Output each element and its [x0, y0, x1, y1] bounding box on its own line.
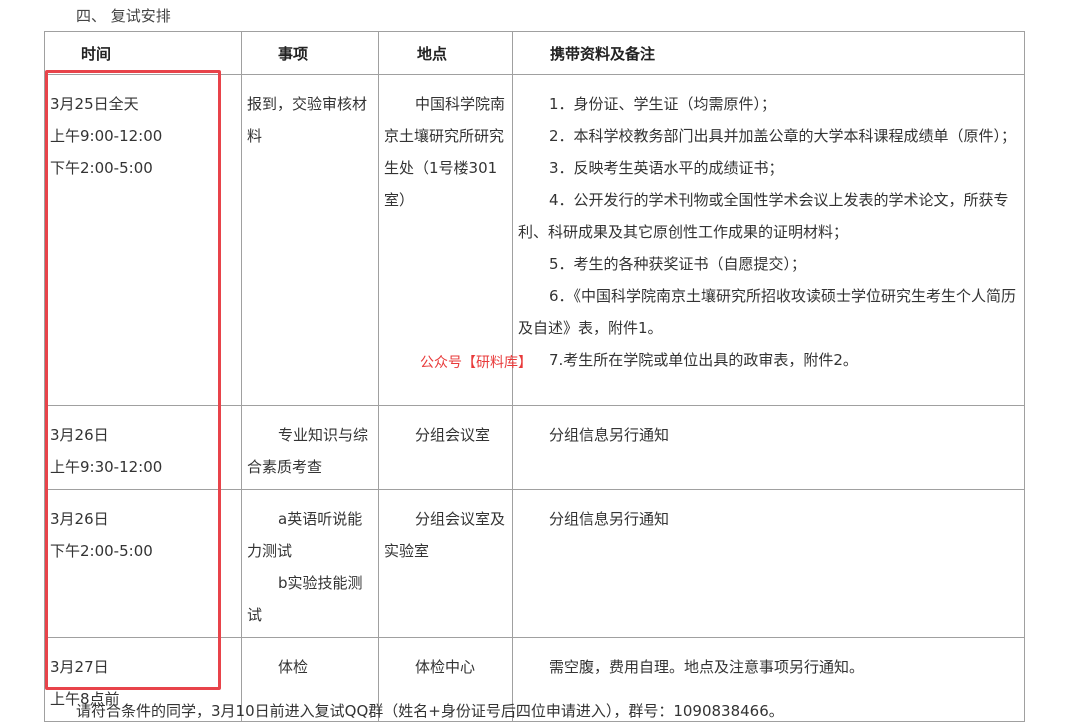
place-text: 体检中心 [415, 658, 476, 676]
time-line: 3月26日 [50, 510, 109, 528]
time-line: 上午9:00-12:00 [50, 127, 163, 145]
cell-item: 专业知识与综合素质考查 [241, 405, 379, 490]
cell-notes: 分组信息另行通知 [512, 405, 1025, 490]
time-line: 下午2:00-5:00 [50, 542, 153, 560]
section-heading: 四、 复试安排 [76, 7, 171, 25]
cell-item: 报到，交验审核材料 [241, 74, 379, 406]
header-time: 时间 [44, 31, 242, 75]
table-header-row: 时间 事项 地点 携带资料及备注 [44, 31, 1025, 75]
header-notes: 携带资料及备注 [512, 31, 1025, 75]
place-text: 分组会议室 [415, 426, 491, 444]
cell-item: a英语听说能力测试 b实验技能测试 [241, 489, 379, 638]
cell-time: 3月26日 下午2:00-5:00 [44, 489, 242, 638]
note-line: 3．反映考生英语水平的成绩证书； [549, 159, 784, 177]
time-line: 下午2:00-5:00 [50, 159, 153, 177]
item-text: 专业知识与综合素质考查 [247, 426, 369, 476]
header-item: 事项 [241, 31, 379, 75]
note-line: 需空腹，费用自理。地点及注意事项另行通知。 [549, 658, 865, 676]
table-row: 3月26日 下午2:00-5:00 a英语听说能力测试 b实验技能测试 分组会议… [44, 489, 1025, 638]
schedule-table: 时间 事项 地点 携带资料及备注 3月25日全天 上午9:00-12:00 下午… [44, 31, 1025, 722]
note-line: 分组信息另行通知 [549, 510, 670, 528]
place-text: 分组会议室及实验室 [384, 510, 506, 560]
note-line: 分组信息另行通知 [549, 426, 670, 444]
table-row: 3月25日全天 上午9:00-12:00 下午2:00-5:00 报到，交验审核… [44, 74, 1025, 406]
time-line: 上午9:30-12:00 [50, 458, 163, 476]
cell-notes: 1．身份证、学生证（均需原件）； 2．本科学校教务部门出具并加盖公章的大学本科课… [512, 74, 1025, 406]
header-place: 地点 [378, 31, 513, 75]
cell-notes: 分组信息另行通知 [512, 489, 1025, 638]
cell-time: 3月26日 上午9:30-12:00 [44, 405, 242, 490]
place-text: 中国科学院南京土壤研究所研究生处（1号楼301室） [384, 95, 506, 209]
table-row: 3月26日 上午9:30-12:00 专业知识与综合素质考查 分组会议室 分组信… [44, 405, 1025, 490]
time-line: 3月25日全天 [50, 95, 139, 113]
item-text: a英语听说能力测试 [247, 510, 363, 560]
note-line: 5．考生的各种获奖证书（自愿提交）； [549, 255, 807, 273]
note-line: 2．本科学校教务部门出具并加盖公章的大学本科课程成绩单（原件）； [549, 127, 1017, 145]
note-line: 4．公开发行的学术刊物或全国性学术会议上发表的学术论文，所获专利、科研成果及其它… [518, 191, 1009, 241]
note-line: 6．《中国科学院南京土壤研究所招收攻读硕士学位研究生考生个人简历及自述》表，附件… [518, 287, 1017, 337]
cell-time: 3月25日全天 上午9:00-12:00 下午2:00-5:00 [44, 74, 242, 406]
cell-place: 分组会议室 [378, 405, 513, 490]
footer-note: 请符合条件的同学，3月10日前进入复试QQ群（姓名+身份证号后四位申请进入），群… [76, 702, 784, 720]
note-line: 7.考生所在学院或单位出具的政审表，附件2。 [549, 351, 858, 369]
item-text: 体检 [278, 658, 309, 676]
item-text: b实验技能测试 [247, 574, 363, 624]
note-line: 1．身份证、学生证（均需原件）； [549, 95, 777, 113]
item-text: 报到，交验审核材料 [247, 95, 368, 145]
time-line: 3月26日 [50, 426, 109, 444]
time-line: 3月27日 [50, 658, 109, 676]
cell-place: 分组会议室及实验室 [378, 489, 513, 638]
watermark-text: 公众号【研料库】 [420, 355, 532, 371]
